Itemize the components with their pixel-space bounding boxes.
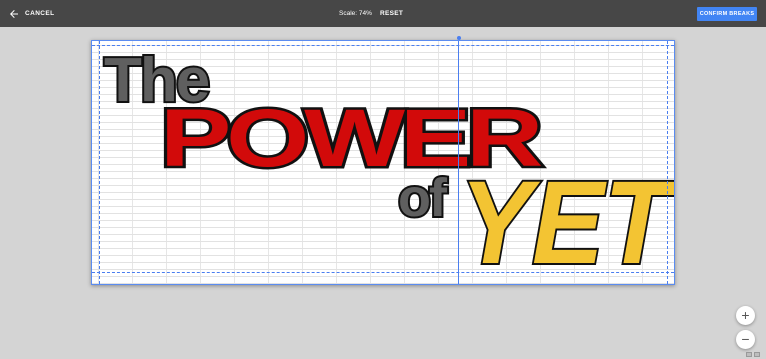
cancel-button[interactable]: CANCEL [8,0,54,27]
zoom-in-button[interactable]: + [736,306,755,325]
top-toolbar: CANCEL Scale: 74% RESET CONFIRM BREAKS [0,0,766,27]
page-preview: The POWER of YET [91,40,675,285]
zoom-out-button[interactable]: − [736,330,755,349]
minus-icon: − [741,331,750,347]
right-margin-guide [667,41,668,284]
scale-readout: Scale: 74% [339,10,372,17]
page-break-line[interactable] [458,41,459,284]
bottom-margin-guide [92,272,674,273]
art-word-of: of [398,168,448,228]
cancel-label: CANCEL [25,10,55,17]
confirm-breaks-button[interactable]: CONFIRM BREAKS [697,7,757,21]
plus-icon: + [741,307,750,323]
reset-button[interactable]: RESET [380,0,403,27]
power-of-yet-artwork: The POWER of YET [102,44,674,284]
top-margin-guide [92,45,674,46]
view-option-icon [754,352,760,357]
page-break-handle[interactable] [457,36,461,40]
view-toggle[interactable] [746,352,764,358]
art-word-yet: YET [460,157,674,284]
left-margin-guide [99,41,100,284]
arrow-left-icon [10,9,18,18]
view-option-icon [746,352,752,357]
